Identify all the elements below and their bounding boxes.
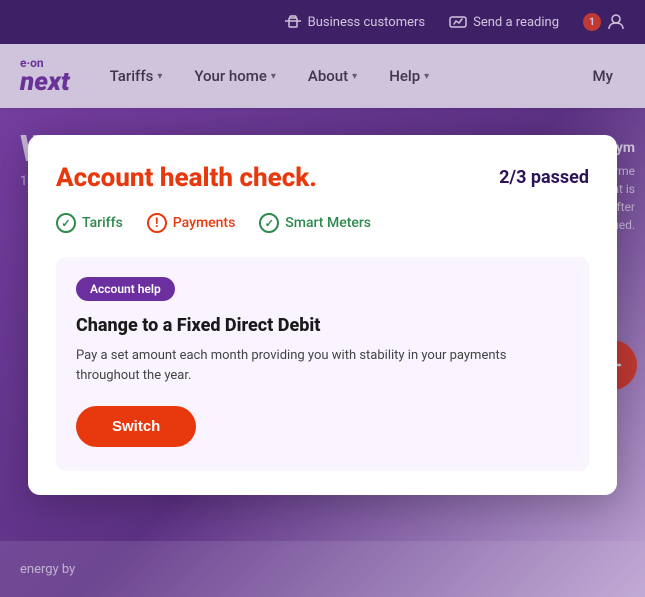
- smart-meters-check-icon: ✓: [259, 213, 279, 233]
- payments-check-label: Payments: [173, 215, 236, 231]
- check-items-list: ✓ Tariffs ! Payments ✓ Smart Meters: [56, 213, 589, 233]
- smart-meters-check-label: Smart Meters: [285, 215, 371, 231]
- card-tag: Account help: [76, 277, 175, 301]
- modal-header: Account health check. 2/3 passed: [56, 163, 589, 193]
- recommendation-card: Account help Change to a Fixed Direct De…: [56, 257, 589, 471]
- check-item-payments: ! Payments: [147, 213, 236, 233]
- tariffs-check-icon: ✓: [56, 213, 76, 233]
- check-item-smart-meters: ✓ Smart Meters: [259, 213, 371, 233]
- tariffs-check-label: Tariffs: [82, 215, 123, 231]
- switch-button[interactable]: Switch: [76, 406, 196, 447]
- modal-title: Account health check.: [56, 163, 317, 193]
- check-item-tariffs: ✓ Tariffs: [56, 213, 123, 233]
- card-title: Change to a Fixed Direct Debit: [76, 315, 569, 336]
- payments-warn-icon: !: [147, 213, 167, 233]
- modal-score: 2/3 passed: [499, 163, 589, 188]
- card-body: Pay a set amount each month providing yo…: [76, 346, 569, 386]
- health-check-modal: Account health check. 2/3 passed ✓ Tarif…: [28, 135, 617, 495]
